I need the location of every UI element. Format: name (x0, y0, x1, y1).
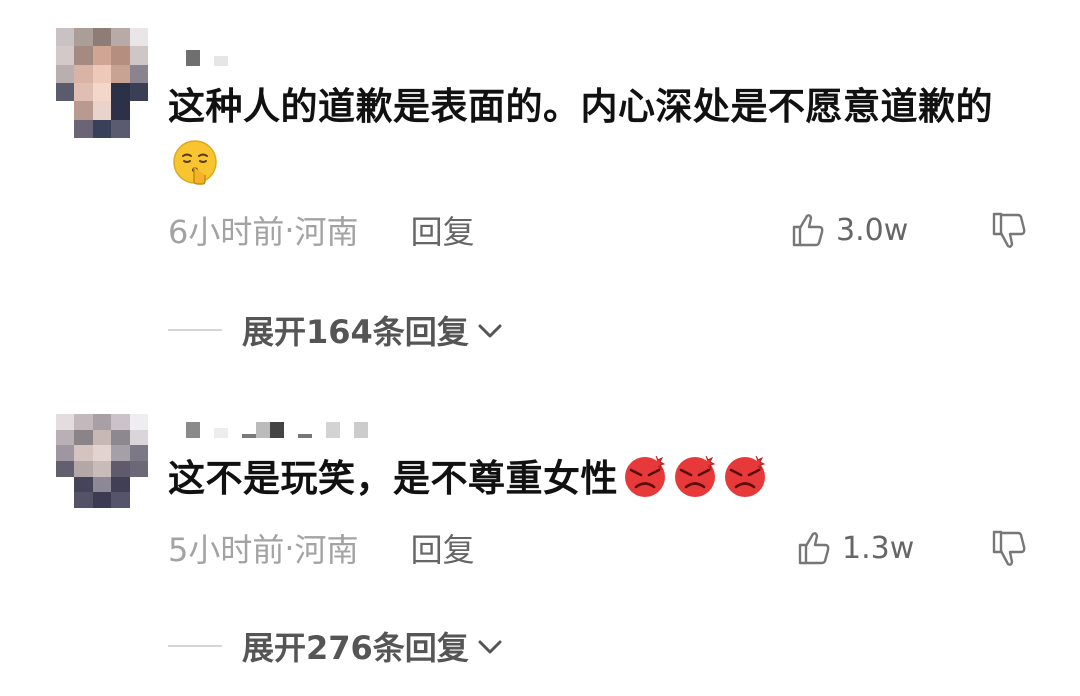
avatar[interactable] (56, 414, 148, 508)
angry-face-emoji (675, 455, 716, 497)
comment-location: 河南 (294, 213, 359, 251)
thumbs-down-icon[interactable] (990, 210, 1032, 252)
comment-meta: 5小时前 · 河南 回复 (168, 525, 475, 571)
like-count: 1.3w (842, 530, 915, 566)
username-blurred[interactable] (186, 44, 228, 66)
chevron-down-icon (478, 640, 502, 654)
comment-time: 5小时前 (168, 531, 285, 569)
expand-replies-label: 展开276条回复 (242, 629, 469, 667)
reply-button[interactable]: 回复 (411, 207, 475, 253)
like-count: 3.0w (836, 212, 909, 248)
angry-face-emoji (725, 455, 766, 497)
expand-replies-label: 展开164条回复 (242, 313, 469, 351)
comment-text: 这种人的道歉是表面的。内心深处是不愿意道歉的 (168, 78, 1028, 194)
avatar[interactable] (56, 28, 148, 138)
meta-separator: · (284, 529, 295, 567)
divider-line (168, 329, 222, 331)
expand-replies-button[interactable]: 展开164条回复 (168, 308, 505, 352)
thumbs-down-icon[interactable] (990, 528, 1032, 570)
expand-replies-button[interactable]: 展开276条回复 (168, 624, 505, 668)
divider-line (168, 645, 222, 647)
shushing-face-emoji (173, 140, 217, 185)
username-blurred[interactable] (186, 416, 368, 438)
angry-face-emoji (625, 455, 666, 497)
thumbs-up-icon (798, 532, 830, 565)
comment-location: 河南 (294, 531, 359, 569)
chevron-down-icon (478, 324, 502, 338)
comment-text: 这不是玩笑，是不尊重女性 (168, 450, 1028, 508)
like-button[interactable]: 3.0w (790, 210, 908, 250)
like-button[interactable]: 1.3w (796, 528, 914, 568)
reply-button[interactable]: 回复 (411, 525, 475, 571)
comment-time: 6小时前 (168, 213, 285, 251)
comment-meta: 6小时前 · 河南 回复 (168, 207, 475, 253)
thumbs-up-icon (792, 214, 824, 247)
meta-separator: · (284, 211, 295, 249)
